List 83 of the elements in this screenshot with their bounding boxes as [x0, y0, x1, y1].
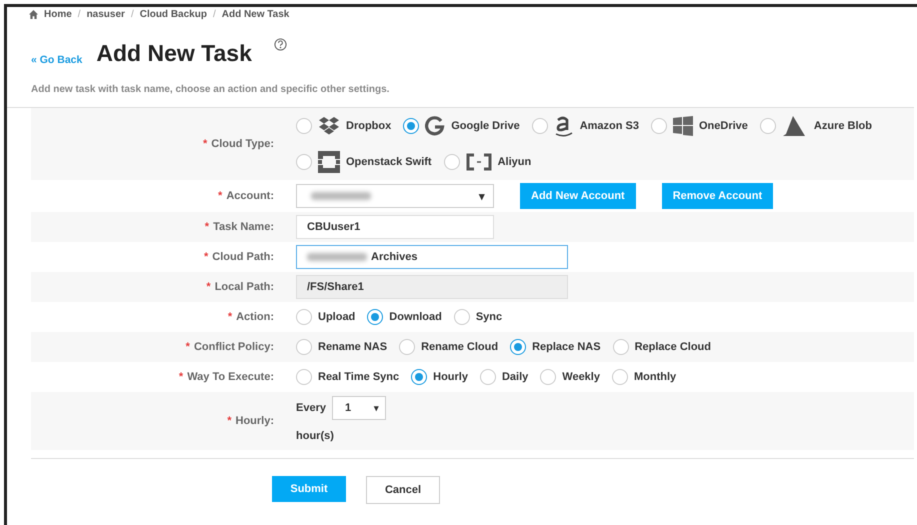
option-label[interactable]: Monthly — [634, 371, 676, 383]
option-label[interactable]: Weekly — [562, 371, 600, 383]
hour-select[interactable]: 1 ▾ — [332, 396, 386, 420]
option-label[interactable]: Rename NAS — [318, 341, 388, 353]
every-label: Every — [296, 402, 326, 414]
required-mark: * — [218, 190, 222, 202]
letter-a-icon — [554, 114, 574, 138]
home-icon — [29, 10, 38, 19]
required-mark: * — [178, 371, 184, 383]
option-label[interactable]: Dropbox — [346, 120, 392, 132]
required-mark: * — [186, 341, 190, 353]
required-mark: * — [204, 251, 208, 263]
text-field[interactable]: CBUuser1 — [296, 215, 494, 239]
radio-button[interactable] — [399, 339, 416, 355]
square-frame-icon — [318, 151, 340, 173]
option-label[interactable]: Azure Blob — [814, 120, 872, 132]
field-label: Hourly: — [236, 415, 274, 427]
field-label: Cloud Path: — [212, 251, 274, 263]
help-icon[interactable] — [274, 38, 287, 51]
bracket-logo-icon — [466, 153, 492, 171]
caret-icon: ▾ — [479, 190, 485, 202]
required-mark: * — [204, 221, 210, 233]
radio-button[interactable] — [454, 309, 470, 325]
blurred-email — [311, 192, 371, 200]
dropbox-icon — [318, 117, 340, 135]
breadcrumb-separator: / — [78, 9, 81, 20]
radio-button[interactable] — [411, 369, 428, 385]
option-label[interactable]: Upload — [318, 311, 356, 323]
breadcrumb-separator: / — [130, 9, 134, 20]
radio-button[interactable] — [296, 339, 312, 355]
field-label: Local Path: — [214, 281, 274, 293]
option-label[interactable]: OneDrive — [699, 120, 748, 132]
breadcrumb-link[interactable]: Home — [44, 9, 72, 20]
radio-button[interactable] — [760, 118, 776, 134]
field-label: Task Name: — [213, 221, 274, 233]
option-label[interactable]: Sync — [476, 311, 502, 323]
radio-button[interactable] — [540, 369, 556, 385]
option-label[interactable]: Google Drive — [451, 120, 520, 132]
required-mark: * — [202, 138, 208, 150]
account-select[interactable]: ▾ — [296, 184, 494, 208]
field-label: Cloud Type: — [211, 138, 274, 150]
required-mark: * — [206, 281, 211, 293]
readonly-field[interactable]: /FS/Share1 — [296, 275, 568, 299]
breadcrumb-link[interactable]: nasuser — [86, 9, 125, 20]
triangle-logo-icon — [782, 116, 808, 136]
option-label[interactable]: Download — [389, 311, 442, 323]
option-label[interactable]: Aliyun — [498, 156, 532, 168]
radio-button[interactable] — [651, 118, 667, 134]
text-field[interactable]: Archives — [296, 245, 568, 269]
radio-button[interactable] — [367, 309, 384, 325]
radio-button[interactable] — [612, 339, 629, 355]
field-label: Way To Execute: — [187, 371, 274, 383]
option-label[interactable]: Amazon S3 — [580, 120, 639, 132]
option-label[interactable]: Real Time Sync — [318, 371, 400, 383]
cancel-button[interactable]: Cancel — [366, 476, 440, 504]
windows-icon — [673, 116, 693, 136]
radio-button[interactable] — [296, 309, 312, 325]
option-label[interactable]: Replace Cloud — [634, 341, 711, 353]
radio-button[interactable] — [403, 118, 420, 134]
radio-button[interactable] — [510, 339, 526, 355]
unit-label: hour(s) — [296, 430, 335, 442]
radio-button[interactable] — [612, 369, 628, 385]
option-label[interactable]: Replace NAS — [532, 341, 601, 353]
radio-button[interactable] — [444, 154, 460, 170]
field-label: Action: — [236, 311, 274, 323]
option-label[interactable]: Hourly — [433, 371, 468, 383]
option-label[interactable]: Daily — [502, 371, 528, 383]
radio-button[interactable] — [296, 369, 312, 385]
option-label[interactable]: Openstack Swift — [346, 156, 432, 168]
breadcrumb-link[interactable]: Add New Task — [222, 9, 290, 20]
radio-button[interactable] — [480, 369, 496, 385]
field-label: Conflict Policy: — [194, 341, 274, 353]
radio-button[interactable] — [296, 118, 312, 134]
radio-button[interactable] — [532, 118, 548, 134]
page-title: Add New Task — [96, 40, 252, 67]
letter-g-icon — [425, 116, 446, 136]
radio-button[interactable] — [296, 154, 312, 170]
field-label: Account: — [226, 190, 274, 202]
breadcrumb-link[interactable]: Cloud Backup — [140, 9, 207, 20]
breadcrumb-separator: / — [212, 9, 216, 20]
option-label[interactable]: Rename Cloud — [421, 341, 498, 353]
required-mark: * — [227, 415, 232, 427]
required-mark: * — [228, 311, 232, 323]
